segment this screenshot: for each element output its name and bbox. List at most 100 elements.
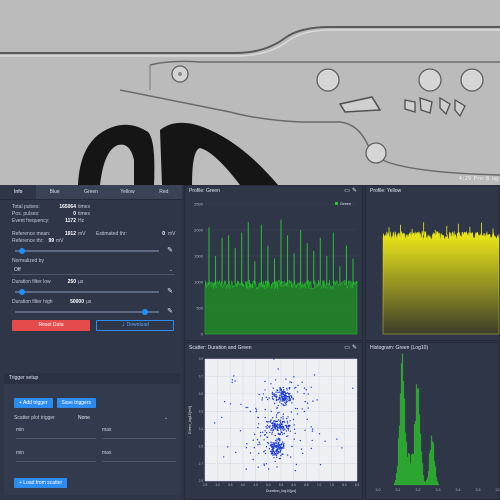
reset-data-button[interactable]: Reset Data (12, 320, 90, 331)
scatter-point (313, 374, 316, 376)
scatter-point (277, 391, 279, 394)
scatter-point (276, 445, 278, 448)
duration-low-slider[interactable]: ✎ (12, 288, 175, 296)
pen-icon[interactable]: ✎ (167, 287, 173, 295)
scatter-point (273, 395, 275, 397)
load-from-scatter-button[interactable]: + Load from scatter (14, 478, 68, 488)
scatter-point (231, 379, 234, 381)
scatter-point (304, 400, 306, 403)
profile-yellow-chart (382, 222, 500, 335)
scatter-point (247, 406, 249, 409)
scatter-point (273, 447, 275, 449)
scatter-point (275, 398, 278, 400)
slider-knob[interactable] (19, 288, 26, 295)
min-input[interactable] (16, 461, 96, 462)
scatter-point (282, 392, 284, 394)
scatter-point (300, 448, 303, 450)
scatter-point (229, 403, 232, 405)
min-input[interactable] (16, 438, 96, 439)
scatter-point (282, 427, 284, 429)
max-input[interactable] (102, 438, 176, 439)
scatter-chart: 2.5 3.0 3.5 4.0 4.5 5.0 5.5 6.0 6.5 7.0 7.5 8.0 8.5 3… (188, 357, 359, 493)
scatter-point (286, 422, 289, 424)
scatter-point (280, 454, 282, 457)
tab-info[interactable]: Info (0, 185, 37, 199)
save-triggers-button[interactable]: Save triggers (56, 398, 96, 408)
histogram-bar (429, 450, 432, 486)
tab-blue[interactable]: Blue (36, 185, 72, 199)
histogram-bar (408, 453, 411, 486)
event-frequency-unit: Hz (78, 218, 85, 224)
add-trigger-button[interactable]: + Add trigger (14, 398, 53, 408)
scatter-point (289, 381, 291, 383)
scatter-point (287, 416, 289, 418)
scatter-point (268, 442, 270, 444)
scatter-point (263, 451, 265, 453)
scatter-point (262, 393, 265, 395)
scatter-point (285, 417, 288, 420)
scatter-point (277, 443, 279, 446)
histogram-bar (430, 435, 433, 486)
x-tick-label: 3.6 (496, 488, 500, 492)
scatter-point (272, 451, 274, 453)
scatter-point (294, 407, 297, 410)
scatter-point (274, 445, 276, 447)
pen-icon[interactable]: ✎ (167, 246, 173, 254)
scatter-point (258, 393, 260, 396)
scatter-point (282, 393, 284, 395)
scatter-point (286, 392, 289, 394)
download-button[interactable]: ⇣ Download (96, 320, 174, 331)
scatter-trigger-select[interactable]: Scatter plot trigger None ⌄ (14, 413, 180, 423)
duration-high-slider[interactable]: ✎ (12, 308, 175, 316)
x-tick-label: 3.0 (215, 483, 220, 487)
histogram-bar (435, 477, 438, 486)
scatter-point (336, 438, 338, 440)
scatter-point (272, 444, 275, 446)
reference-thr-slider[interactable]: ✎ (12, 247, 175, 255)
tab-yellow[interactable]: Yellow (109, 185, 145, 199)
scatter-point (275, 393, 277, 396)
scatter-point (306, 402, 309, 404)
slider-knob[interactable] (141, 308, 148, 315)
scatter-point (264, 408, 266, 411)
histogram-bar (395, 473, 398, 486)
scatter-point (310, 386, 312, 388)
scatter-point (240, 403, 242, 406)
scatter-point (271, 417, 274, 419)
profile-green-panel: Profile: Green ▭✎ 2500 2000 1500 1000 500 0 Gr… (184, 185, 363, 341)
tab-green[interactable]: Green (73, 185, 109, 199)
scatter-point (279, 444, 282, 446)
slider-knob[interactable] (19, 247, 26, 254)
scatter-trigger-label: Scatter plot trigger (14, 415, 55, 421)
histogram-bar (424, 482, 427, 486)
scatter-point (276, 456, 278, 458)
max-input[interactable] (102, 461, 176, 462)
tab-red[interactable]: Red (146, 185, 182, 199)
scatter-point (280, 389, 282, 392)
scatter-point (307, 393, 309, 395)
min-field-label: min (16, 450, 25, 456)
scatter-point (223, 400, 226, 403)
scatter-point (324, 440, 326, 442)
total-pulses-unit: times (78, 204, 90, 210)
microfluidic-channel-image (0, 0, 500, 185)
histogram-bar (403, 398, 406, 486)
histogram-bar (433, 461, 436, 486)
green-series-area (204, 279, 358, 335)
scatter-point (276, 449, 278, 451)
scatter-point (270, 429, 272, 431)
scatter-point (249, 452, 252, 454)
scatter-point (231, 381, 233, 384)
normalized-by-select[interactable]: Off ⌄ (12, 266, 175, 275)
scatter-point (285, 430, 287, 432)
histogram-bar (399, 393, 402, 486)
scatter-point (318, 433, 321, 435)
reference-thr-unit: mV (56, 238, 64, 244)
scatter-point (279, 446, 282, 449)
scatter-point (269, 425, 271, 427)
scatter-point (270, 410, 272, 412)
pen-icon[interactable]: ✎ (167, 307, 173, 315)
scatter-point (310, 447, 312, 450)
scatter-point (296, 391, 299, 393)
scatter-point (281, 400, 283, 402)
